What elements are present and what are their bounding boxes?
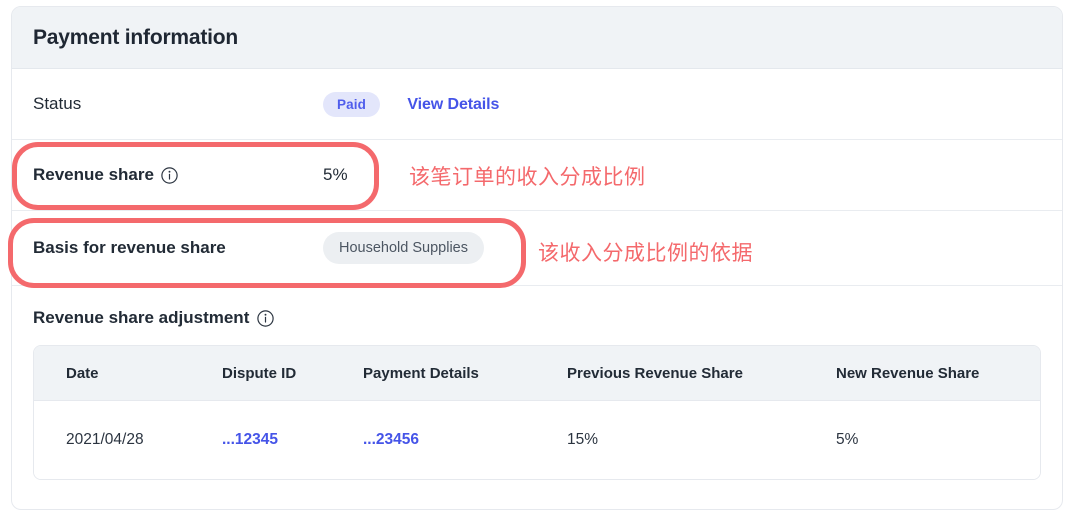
view-details-link[interactable]: View Details: [407, 96, 499, 113]
revenue-share-label: Revenue share: [33, 165, 154, 184]
dispute-id-link[interactable]: ...12345: [222, 431, 278, 448]
status-label: Status: [33, 94, 82, 113]
cell-payment-details: ...23456: [340, 400, 543, 479]
adjustment-title: Revenue share adjustment: [33, 308, 250, 327]
status-row: Status Paid View Details: [12, 69, 1062, 140]
column-header-dispute-id: Dispute ID: [196, 346, 340, 401]
cell-dispute-id: ...12345: [196, 400, 340, 479]
basis-value-group: Household Supplies: [323, 232, 484, 264]
status-value-group: Paid View Details: [323, 91, 499, 117]
cell-new-revenue-share: 5%: [812, 400, 1016, 479]
info-circle-icon[interactable]: [161, 166, 178, 184]
cell-previous-revenue-share: 15%: [543, 400, 812, 479]
annotation-text-basis: 该收入分成比例的依据: [538, 241, 753, 265]
payment-details-link[interactable]: ...23456: [363, 431, 419, 448]
column-header-adjustment: Adjustment: [1016, 346, 1040, 401]
basis-category-chip: Household Supplies: [323, 232, 484, 264]
column-header-date: Date: [34, 346, 196, 401]
annotation-text-revenue-share: 该笔订单的收入分成比例: [409, 165, 646, 189]
table-header-row: Date Dispute ID Payment Details Previous…: [34, 346, 1040, 401]
status-badge: Paid: [323, 91, 380, 117]
payment-information-card: Payment information Status Paid View Det…: [11, 6, 1063, 510]
revenue-share-value: 5%: [323, 165, 348, 184]
basis-label: Basis for revenue share: [33, 238, 226, 257]
info-circle-icon[interactable]: [257, 309, 275, 327]
adjustment-table: Date Dispute ID Payment Details Previous…: [33, 345, 1041, 480]
column-header-payment-details: Payment Details: [340, 346, 543, 401]
cell-date: 2021/04/28: [34, 400, 196, 479]
page-title: Payment information: [33, 25, 239, 49]
card-header: Payment information: [12, 7, 1062, 69]
revenue-share-label-group: Revenue share: [33, 165, 323, 185]
screenshot-stage: Payment information Status Paid View Det…: [0, 0, 1080, 526]
revenue-share-adjustment-section: Revenue share adjustment Date Dispute ID: [12, 286, 1062, 480]
table-row: 2021/04/28 ...12345 ...23456 15% 5% $2.3…: [34, 400, 1040, 479]
column-header-previous-revenue-share: Previous Revenue Share: [543, 346, 812, 401]
cell-adjustment: $2.35: [1016, 400, 1040, 479]
basis-for-revenue-share-row: Basis for revenue share Household Suppli…: [12, 211, 1062, 286]
adjustment-title-group: Revenue share adjustment: [33, 308, 1062, 328]
column-header-new-revenue-share: New Revenue Share: [812, 346, 1016, 401]
